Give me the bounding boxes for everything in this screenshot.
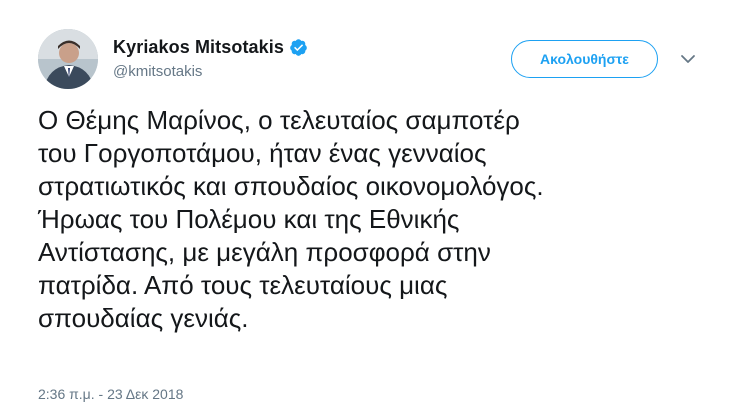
tweet-text: Ο Θέμης Μαρίνος, ο τελευταίος σαμποτέρ τ… <box>38 104 728 335</box>
tweet-text-line: σπουδαίας γενιάς. <box>38 303 249 333</box>
chevron-down-icon[interactable] <box>679 52 697 66</box>
profile-photo <box>38 29 98 89</box>
avatar[interactable] <box>38 29 98 89</box>
tweet-timestamp[interactable]: 2:36 π.μ. - 23 Δεκ 2018 <box>38 386 183 402</box>
tweet-text-line: πατρίδα. Από τους τελευταίους μιας <box>38 270 448 300</box>
follow-button[interactable]: Ακολουθήστε <box>511 40 658 78</box>
tweet-text-line: στρατιωτικός και σπουδαίος οικονομολόγος… <box>38 171 544 201</box>
author-handle[interactable]: @kmitsotakis <box>113 63 202 80</box>
tweet-text-line: Ήρωας του Πολέμου και της Εθνικής <box>38 204 460 234</box>
verified-badge-icon <box>289 38 308 57</box>
author-display-name[interactable]: Kyriakos Mitsotakis <box>113 37 284 58</box>
tweet-text-line: του Γοργοποτάμου, ήταν ένας γενναίος <box>38 138 487 168</box>
author-name-row[interactable]: Kyriakos Mitsotakis <box>113 36 308 58</box>
tweet-text-line: Αντίστασης, με μεγάλη προσφορά στην <box>38 237 491 267</box>
tweet-card: Kyriakos Mitsotakis @kmitsotakis Ακολουθ… <box>0 0 735 413</box>
tweet-text-line: Ο Θέμης Μαρίνος, ο τελευταίος σαμποτέρ <box>38 105 520 135</box>
